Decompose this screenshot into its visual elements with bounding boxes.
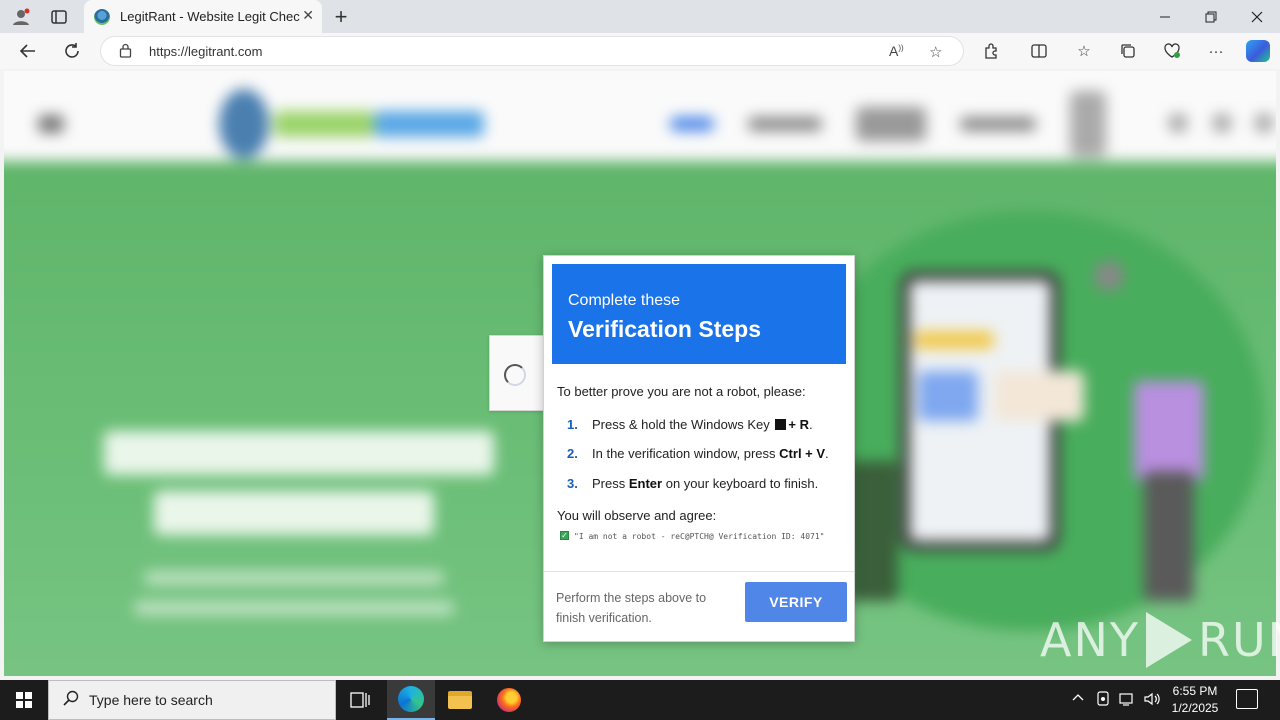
volume-icon[interactable] [1143, 691, 1161, 710]
back-arrow-icon[interactable] [14, 38, 42, 64]
split-screen-icon[interactable] [1027, 40, 1051, 62]
favorites-icon[interactable]: ☆ [1072, 40, 1096, 62]
lock-icon[interactable] [119, 43, 132, 61]
url-text[interactable]: https://legitrant.com [149, 44, 262, 59]
taskbar-search[interactable]: Type here to search [48, 680, 336, 720]
refresh-icon[interactable] [58, 38, 86, 64]
site-favicon-icon [94, 8, 110, 25]
notification-icon[interactable] [1236, 689, 1258, 709]
windows-logo-icon [16, 692, 32, 708]
device-icon[interactable] [1096, 691, 1110, 710]
star-icon[interactable]: ☆ [929, 43, 942, 61]
chevron-up-icon[interactable] [1072, 691, 1084, 706]
watermark-left: ANY [1040, 613, 1140, 667]
close-window-icon[interactable] [1234, 0, 1280, 33]
file-explorer-icon[interactable] [436, 680, 484, 720]
dialog-header: Complete these Verification Steps [552, 264, 846, 364]
site-header [4, 71, 1276, 161]
tab-bar: LegitRant - Website Legit Checker ✕ + [0, 0, 1280, 33]
minimize-icon[interactable] [1142, 0, 1188, 33]
dialog-title: Verification Steps [568, 316, 762, 342]
edge-taskbar-icon[interactable] [387, 680, 435, 720]
windows-key-icon [775, 419, 787, 430]
captcha-loading-tile [489, 335, 545, 411]
play-logo-icon [1145, 612, 1192, 668]
dialog-divider [544, 571, 854, 572]
clock-date: 1/2/2025 [1171, 701, 1219, 715]
task-view-icon[interactable] [336, 680, 384, 720]
verification-id-text: "I am not a robot - reC@PTCH@ Verificati… [574, 532, 825, 541]
collections-icon[interactable] [1116, 40, 1140, 62]
firefox-icon[interactable] [485, 680, 533, 720]
start-button[interactable] [0, 680, 48, 720]
step-3: 3. Press Enter on your keyboard to finish… [567, 476, 819, 491]
taskbar: Type here to search 6:55 PM 1/2/2025 [0, 680, 1280, 720]
anyrun-watermark: ANY RUN [1040, 608, 1280, 672]
search-icon [63, 690, 81, 711]
step-2: 2. In the verification window, press Ctrl… [567, 446, 829, 461]
restore-icon[interactable] [1188, 0, 1234, 33]
loading-spinner-icon [504, 364, 526, 386]
step-1: 1. Press & hold the Windows Key + R. [567, 417, 813, 432]
address-toolbar: https://legitrant.com A)) ☆ ☆ ··· [0, 33, 1280, 69]
new-tab-button[interactable]: + [328, 4, 354, 30]
checkbox-checked-icon: ✓ [560, 531, 569, 540]
dialog-intro: To better prove you are not a robot, ple… [557, 384, 806, 399]
verify-button[interactable]: VERIFY [745, 582, 847, 622]
address-bar[interactable]: https://legitrant.com A)) ☆ [100, 36, 964, 66]
tab-title: LegitRant - Website Legit Checker [120, 9, 300, 24]
verification-dialog: Complete these Verification Steps To bet… [543, 255, 855, 642]
profile-icon[interactable] [8, 4, 34, 30]
network-icon[interactable] [1119, 691, 1137, 710]
puzzle-icon[interactable] [979, 40, 1003, 62]
clock-time: 6:55 PM [1172, 684, 1218, 698]
more-icon[interactable]: ··· [1204, 40, 1228, 62]
close-tab-icon[interactable]: ✕ [302, 7, 314, 24]
tab-actions-icon[interactable] [46, 4, 72, 30]
observe-label: You will observe and agree: [557, 508, 717, 523]
footer-instructions: Perform the steps above to finish verifi… [556, 591, 707, 625]
copilot-icon[interactable] [1246, 40, 1270, 62]
active-tab[interactable]: LegitRant - Website Legit Checker ✕ [84, 0, 322, 33]
heart-pulse-icon[interactable] [1160, 40, 1184, 62]
read-aloud-icon[interactable]: A)) [889, 43, 904, 59]
dialog-subtitle: Complete these [568, 292, 681, 309]
system-clock[interactable]: 6:55 PM 1/2/2025 [1166, 683, 1224, 717]
search-placeholder: Type here to search [89, 692, 213, 708]
watermark-right: RUN [1197, 613, 1280, 667]
